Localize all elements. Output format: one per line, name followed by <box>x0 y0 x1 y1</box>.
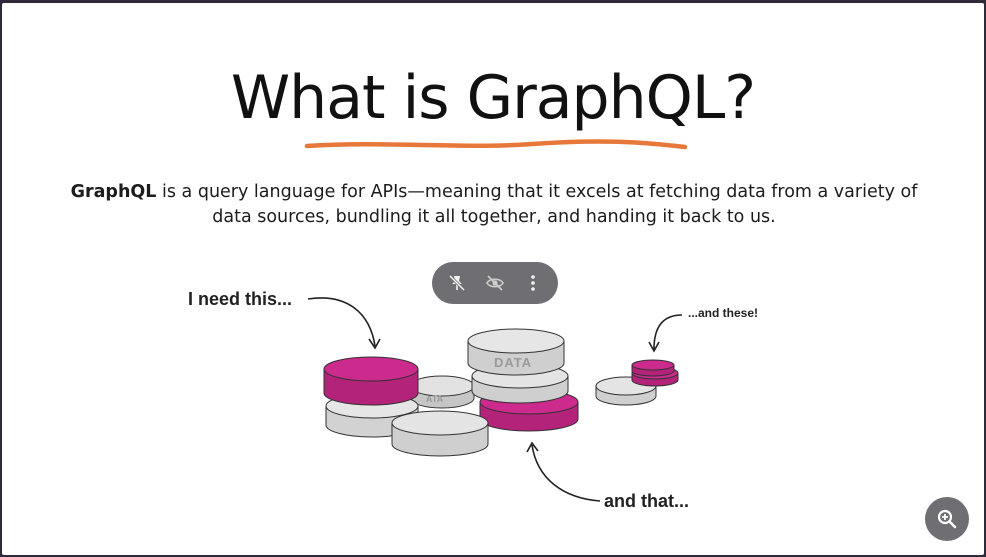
disk-data-label: DATA <box>494 355 532 370</box>
disk-front-gray <box>391 410 489 457</box>
presentation-frame: What is GraphQL? GraphQL is a query lang… <box>0 0 986 557</box>
more-options-button[interactable] <box>517 267 549 299</box>
hide-button[interactable] <box>479 267 511 299</box>
pin-off-icon <box>448 274 466 292</box>
caption-and-these: ...and these! <box>688 306 758 320</box>
arrow-need-this <box>307 297 381 350</box>
disk-small-gray-back: ATA <box>409 375 475 409</box>
more-vert-icon <box>531 275 535 291</box>
caption-and-that: and that... <box>604 491 689 511</box>
disk-center-data: DATA <box>467 328 565 376</box>
disk-right-magenta <box>631 359 679 387</box>
arrow-and-that <box>526 441 601 502</box>
arrow-and-these <box>648 314 683 353</box>
zoom-in-button[interactable] <box>925 497 969 541</box>
zoom-in-icon <box>937 509 957 529</box>
eye-off-icon <box>486 275 504 291</box>
slide: What is GraphQL? GraphQL is a query lang… <box>2 3 984 555</box>
caption-need-this: I need this... <box>188 289 292 309</box>
unpin-button[interactable] <box>441 267 473 299</box>
floating-toolbar <box>432 262 558 304</box>
disk-label-partial: ATA <box>426 394 444 404</box>
disk-left-magenta <box>323 356 419 406</box>
